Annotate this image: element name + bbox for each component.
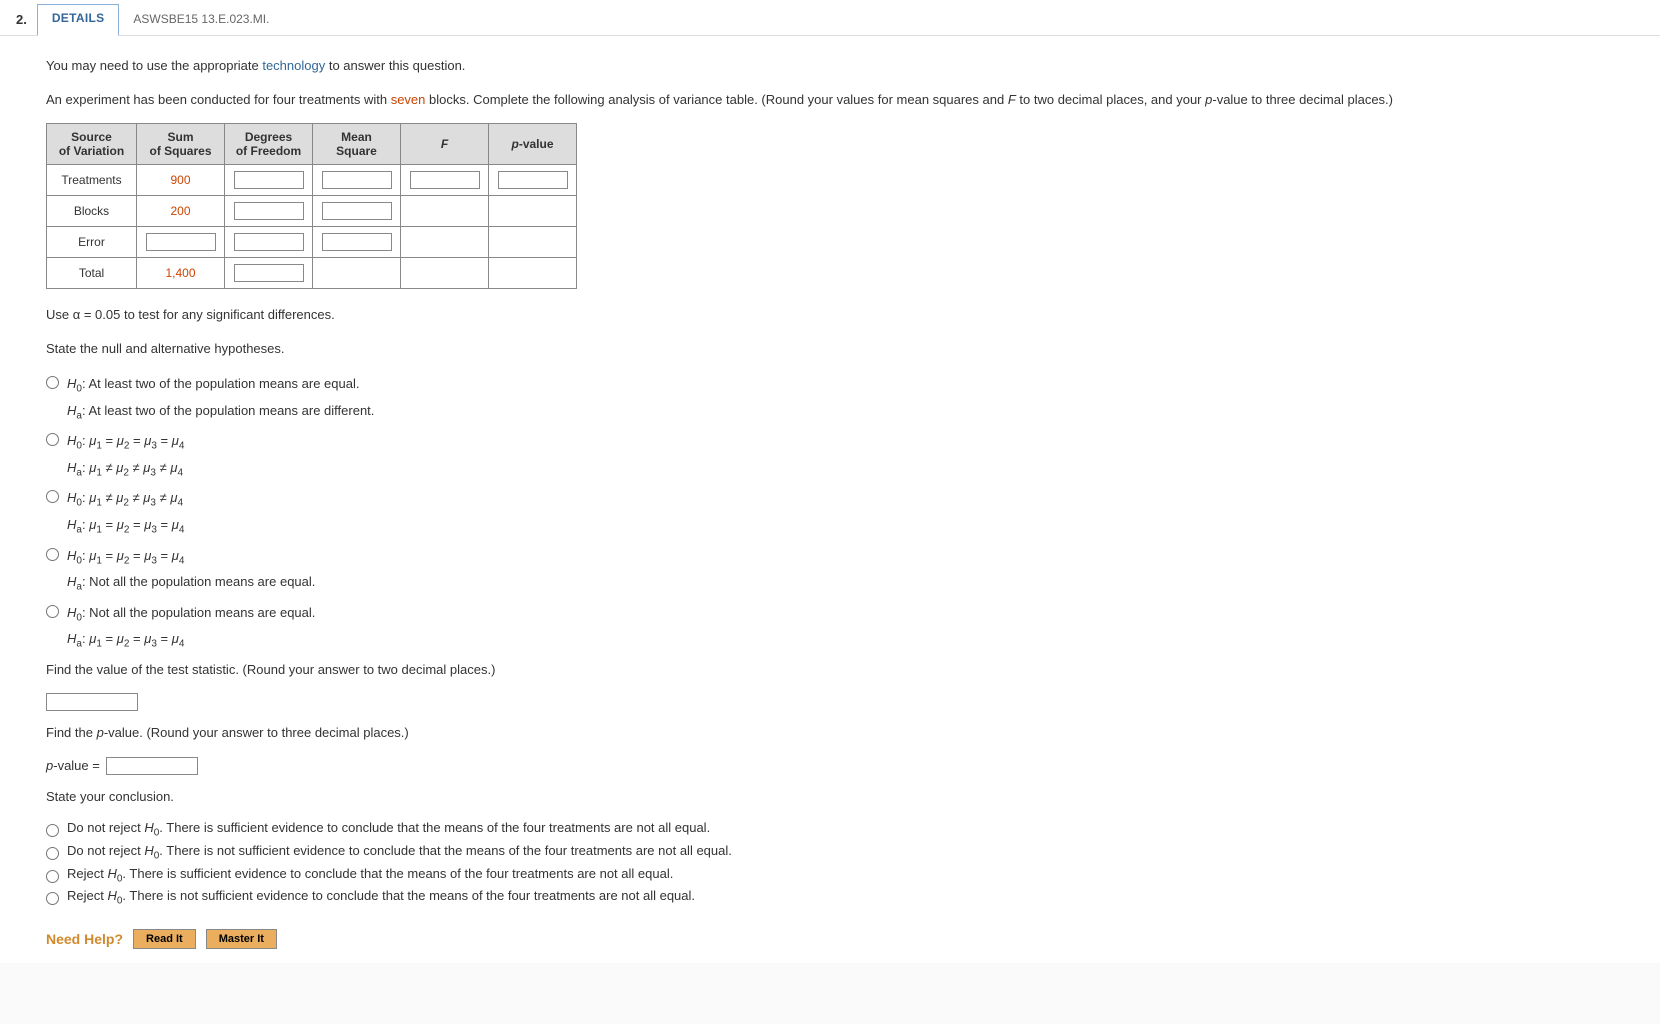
master-it-button[interactable]: Master It xyxy=(206,929,277,949)
blocks-ss: 200 xyxy=(170,204,190,218)
pvalue-prompt: Find the p-value. (Round your answer to … xyxy=(46,723,1614,743)
question-header: 2. DETAILS ASWSBE15 13.E.023.MI. xyxy=(0,0,1660,36)
hyp-option-5: H0: Not all the population means are equ… xyxy=(46,601,1614,654)
hyp-option-4: H0: μ1 = μ2 = μ3 = μ4 Ha: Not all the po… xyxy=(46,544,1614,597)
treatments-ss: 900 xyxy=(170,173,190,187)
concl-option-1: Do not reject H0. There is sufficient ev… xyxy=(46,820,1614,839)
anova-table: Sourceof Variation Sumof Squares Degrees… xyxy=(46,123,577,289)
treatments-ms-input[interactable] xyxy=(322,171,392,189)
table-row: Error xyxy=(47,227,577,258)
concl-radio-4[interactable] xyxy=(46,892,59,905)
hyp-radio-5[interactable] xyxy=(46,605,59,618)
concl-radio-2[interactable] xyxy=(46,847,59,860)
hyp-radio-3[interactable] xyxy=(46,490,59,503)
blocks-count: seven xyxy=(391,92,426,107)
question-number: 2. xyxy=(6,4,37,35)
hyp-radio-4[interactable] xyxy=(46,548,59,561)
question-body: You may need to use the appropriate tech… xyxy=(0,36,1660,963)
pvalue-input[interactable] xyxy=(106,757,198,775)
intro-text: You may need to use the appropriate tech… xyxy=(46,56,1614,76)
concl-radio-3[interactable] xyxy=(46,870,59,883)
concl-option-3: Reject H0. There is sufficient evidence … xyxy=(46,866,1614,885)
table-row: Treatments 900 xyxy=(47,165,577,196)
error-df-input[interactable] xyxy=(234,233,304,251)
concl-radio-1[interactable] xyxy=(46,824,59,837)
hyp-header: State the null and alternative hypothese… xyxy=(46,339,1614,359)
total-ss: 1,400 xyxy=(165,266,195,280)
error-ss-input[interactable] xyxy=(146,233,216,251)
need-help-label: Need Help? xyxy=(46,931,123,947)
help-bar: Need Help? Read It Master It xyxy=(46,929,1614,949)
hyp-option-1: H0: At least two of the population means… xyxy=(46,372,1614,425)
concl-option-4: Reject H0. There is not sufficient evide… xyxy=(46,888,1614,907)
hyp-option-3: H0: μ1 ≠ μ2 ≠ μ3 ≠ μ4 Ha: μ1 = μ2 = μ3 =… xyxy=(46,486,1614,539)
treatments-f-input[interactable] xyxy=(410,171,480,189)
hyp-radio-1[interactable] xyxy=(46,376,59,389)
conclusion-header: State your conclusion. xyxy=(46,787,1614,807)
tab-details[interactable]: DETAILS xyxy=(37,4,120,36)
test-stat-input[interactable] xyxy=(46,693,138,711)
prompt-text: An experiment has been conducted for fou… xyxy=(46,90,1614,110)
table-row: Total 1,400 xyxy=(47,258,577,289)
total-df-input[interactable] xyxy=(234,264,304,282)
read-it-button[interactable]: Read It xyxy=(133,929,196,949)
treatments-p-input[interactable] xyxy=(498,171,568,189)
test-stat-prompt: Find the value of the test statistic. (R… xyxy=(46,660,1614,680)
treatments-df-input[interactable] xyxy=(234,171,304,189)
blocks-ms-input[interactable] xyxy=(322,202,392,220)
table-row: Blocks 200 xyxy=(47,196,577,227)
question-ref: ASWSBE15 13.E.023.MI. xyxy=(119,4,283,35)
error-ms-input[interactable] xyxy=(322,233,392,251)
concl-option-2: Do not reject H0. There is not sufficien… xyxy=(46,843,1614,862)
hyp-option-2: H0: μ1 = μ2 = μ3 = μ4 Ha: μ1 ≠ μ2 ≠ μ3 ≠… xyxy=(46,429,1614,482)
technology-link[interactable]: technology xyxy=(262,58,325,73)
hyp-radio-2[interactable] xyxy=(46,433,59,446)
alpha-line: Use α = 0.05 to test for any significant… xyxy=(46,305,1614,325)
blocks-df-input[interactable] xyxy=(234,202,304,220)
